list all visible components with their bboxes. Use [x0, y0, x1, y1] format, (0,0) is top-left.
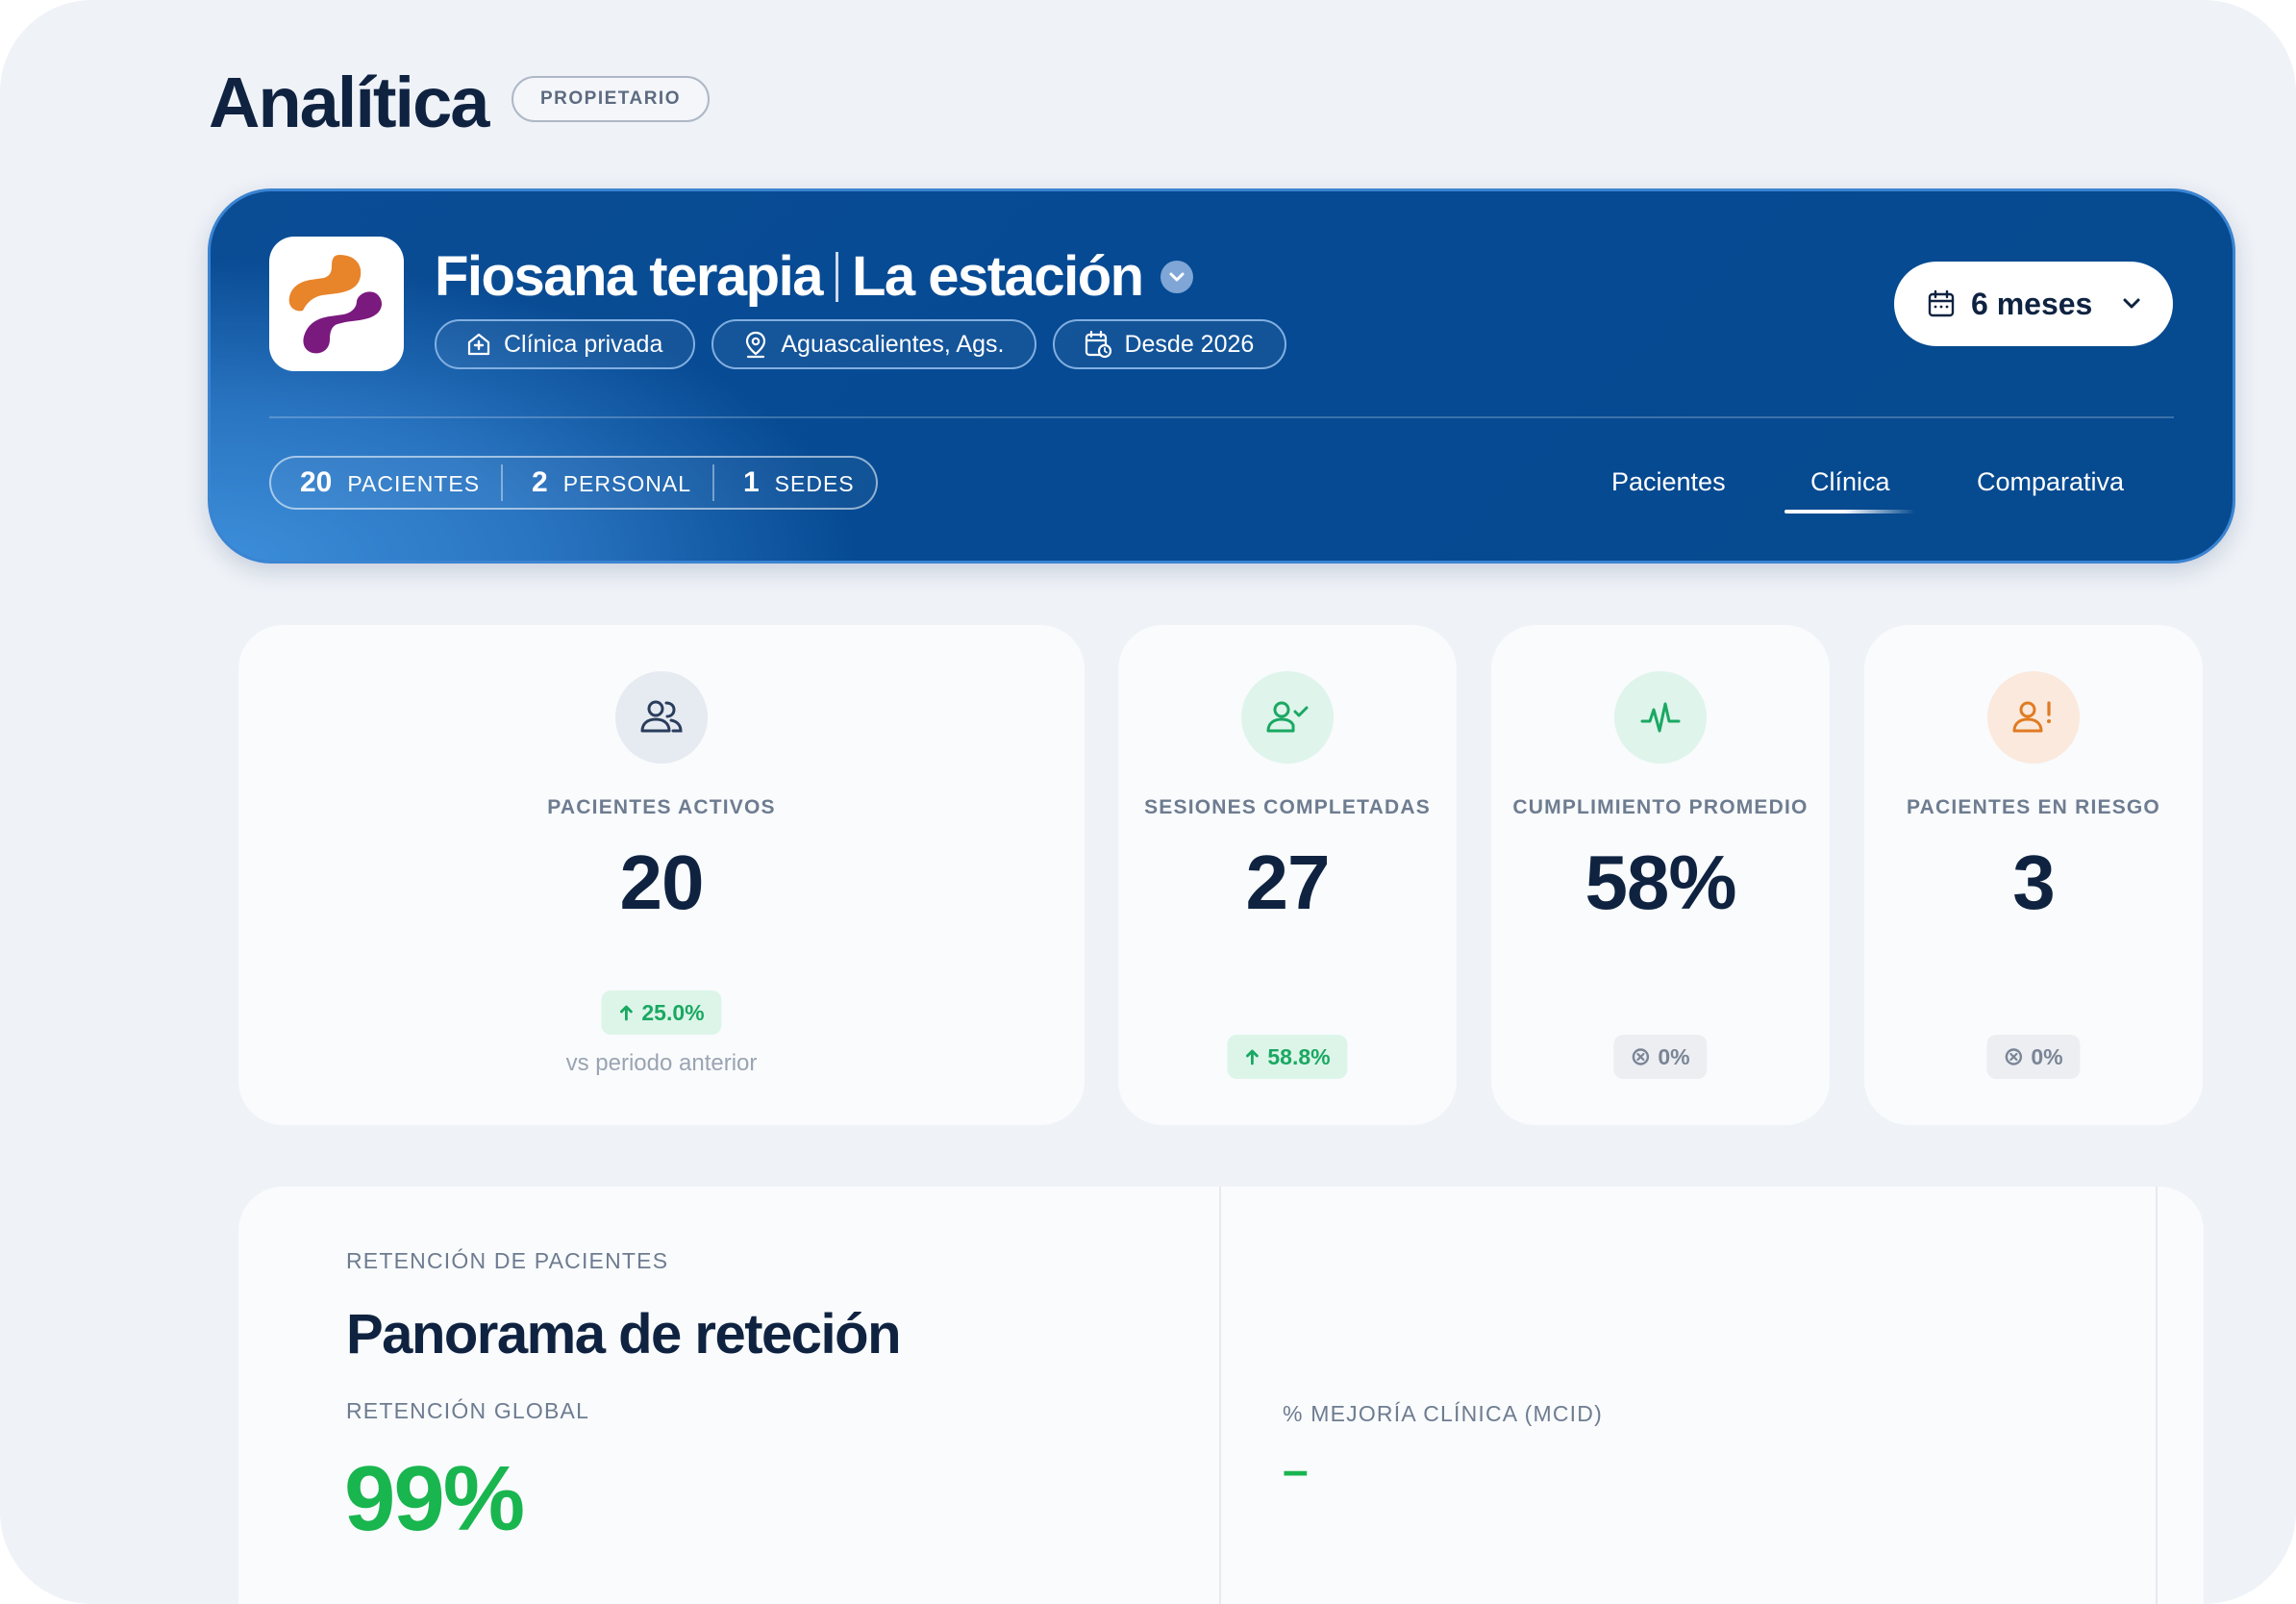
- summary-patients: 20 PACIENTES: [271, 466, 501, 499]
- kpi-label: SESIONES COMPLETADAS: [1144, 796, 1431, 818]
- kpi-delta-badge: 0%: [1986, 1035, 2081, 1079]
- summary-staff: 2 PERSONAL: [503, 466, 712, 499]
- kpi-value: 3: [2012, 840, 2056, 925]
- name-separator: [835, 251, 838, 302]
- summary-sites-count: 1: [742, 466, 760, 498]
- retention-title: Panorama de reteción: [346, 1303, 902, 1366]
- clinic-location-chip: Aguascalientes, Ags.: [711, 319, 1037, 369]
- chevron-down-icon[interactable]: [1160, 260, 1193, 293]
- hospital-icon: [467, 333, 490, 356]
- summary-patients-label: PACIENTES: [347, 471, 481, 496]
- kpi-comparison-note: vs periodo anterior: [565, 1050, 758, 1076]
- role-badge: PROPIETARIO: [512, 76, 710, 122]
- clinic-summary-pill: 20 PACIENTES 2 PERSONAL 1 SEDES: [269, 456, 878, 510]
- summary-staff-count: 2: [532, 466, 548, 498]
- retention-kicker: RETENCIÓN DE PACIENTES: [346, 1248, 669, 1273]
- kpi-label: CUMPLIMIENTO PROMEDIO: [1512, 796, 1809, 818]
- kpi-delta-badge: 0%: [1613, 1035, 1708, 1079]
- kpi-delta-value: 25.0%: [641, 999, 705, 1025]
- clinic-since-label: Desde 2026: [1124, 330, 1255, 358]
- global-retention-value: 99%: [344, 1447, 525, 1550]
- neutral-icon: [1632, 1048, 1650, 1065]
- users-icon: [615, 671, 708, 764]
- summary-sites: 1 SEDES: [714, 466, 876, 499]
- calendar-icon: [1928, 289, 1955, 317]
- tab-clinica[interactable]: Clínica: [1810, 467, 1890, 497]
- kpi-value: 27: [1245, 840, 1331, 925]
- kpi-delta-value: 0%: [2031, 1043, 2063, 1069]
- calendar-clock-icon: [1086, 330, 1112, 359]
- neutral-icon: [2005, 1048, 2023, 1065]
- kpi-card-at-risk-patients: PACIENTES EN RIESGO 3 0%: [1864, 625, 2203, 1125]
- tab-comparativa[interactable]: Comparativa: [1977, 467, 2124, 497]
- clinic-branch-text: La estación: [851, 245, 1144, 308]
- kpi-value: 20: [619, 840, 705, 925]
- kpi-delta-value: 0%: [1658, 1043, 1690, 1069]
- tab-pacientes[interactable]: Pacientes: [1611, 467, 1726, 497]
- kpi-card-completed-sessions: SESIONES COMPLETADAS 27 58.8%: [1118, 625, 1457, 1125]
- active-tab-indicator: [1784, 510, 1915, 514]
- app-frame: Analítica PROPIETARIO Fiosana terapia La…: [0, 0, 2296, 1604]
- kpi-card-average-adherence: CUMPLIMIENTO PROMEDIO 58% 0%: [1491, 625, 1830, 1125]
- kpi-delta-badge: 25.0%: [601, 990, 722, 1035]
- summary-sites-label: SEDES: [774, 471, 855, 496]
- activity-icon: [1614, 671, 1707, 764]
- summary-staff-label: PERSONAL: [562, 471, 691, 496]
- period-selector[interactable]: 6 meses: [1894, 262, 2173, 346]
- clinic-type-chip: Clínica privada: [435, 319, 696, 369]
- arrow-up-icon: [619, 1005, 633, 1021]
- arrow-up-icon: [1245, 1049, 1259, 1065]
- clinic-since-chip: Desde 2026: [1053, 319, 1287, 369]
- kpi-value: 58%: [1585, 840, 1736, 925]
- clinic-location-label: Aguascalientes, Ags.: [781, 330, 1005, 358]
- period-selector-label: 6 meses: [1971, 286, 2093, 321]
- kpi-delta-value: 58.8%: [1267, 1043, 1331, 1069]
- hero-divider: [269, 416, 2174, 418]
- clinic-name-text: Fiosana terapia: [435, 245, 823, 308]
- map-pin-icon: [746, 331, 766, 359]
- page-title: Analítica: [209, 63, 489, 142]
- column-divider: [1219, 1187, 1221, 1604]
- mcid-value: –: [1283, 1445, 1309, 1496]
- clinic-hero-card: Fiosana terapia La estación Clínica priv…: [208, 188, 2235, 564]
- clinic-info-chips: Clínica privada Aguascalientes, Ags. Des…: [435, 319, 1287, 369]
- kpi-label: PACIENTES EN RIESGO: [1907, 796, 2160, 818]
- kpi-delta-badge: 58.8%: [1227, 1035, 1348, 1079]
- retention-overview-card: RETENCIÓN DE PACIENTES Panorama de retec…: [238, 1187, 2204, 1604]
- summary-patients-count: 20: [300, 466, 333, 498]
- mcid-label: % MEJORÍA CLÍNICA (MCID): [1283, 1401, 1603, 1426]
- chevron-down-icon: [2123, 298, 2140, 309]
- column-divider: [2156, 1187, 2158, 1604]
- clinic-type-label: Clínica privada: [504, 330, 663, 358]
- clinic-name[interactable]: Fiosana terapia La estación: [435, 244, 1193, 309]
- kpi-label: PACIENTES ACTIVOS: [547, 796, 776, 818]
- clinic-logo: [269, 237, 404, 371]
- clinic-logo-mark: [288, 255, 382, 354]
- user-alert-icon: [1987, 671, 2080, 764]
- kpi-card-active-patients: PACIENTES ACTIVOS 20 25.0% vs periodo an…: [238, 625, 1085, 1125]
- user-check-icon: [1241, 671, 1334, 764]
- global-retention-label: RETENCIÓN GLOBAL: [346, 1398, 590, 1423]
